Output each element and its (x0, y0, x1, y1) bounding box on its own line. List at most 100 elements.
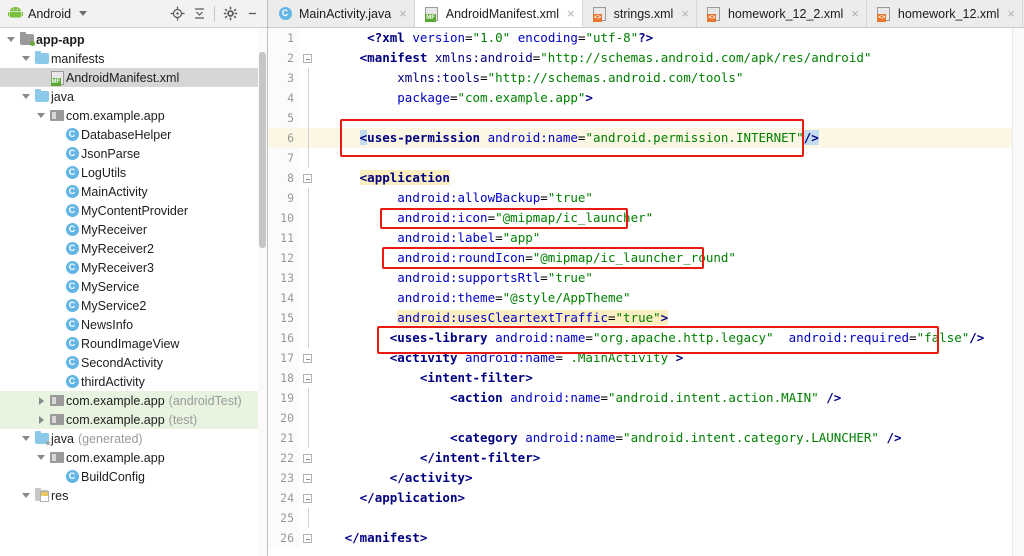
close-icon[interactable]: × (1007, 6, 1015, 21)
code-fold-toggle-icon[interactable] (300, 468, 316, 488)
code-line[interactable]: 21 <category android:name="android.inten… (268, 428, 1024, 448)
code-fold-guide (300, 308, 316, 328)
code-fold-toggle-icon[interactable] (300, 368, 316, 388)
tree-item-buildconfig[interactable]: BuildConfig (0, 467, 267, 486)
chevron-down-icon[interactable] (4, 30, 18, 49)
code-editor[interactable]: 1 <?xml version="1.0" encoding="utf-8"?>… (268, 28, 1024, 556)
project-view-selector[interactable]: Android (4, 3, 91, 25)
project-tree-scrollbar[interactable] (258, 28, 267, 556)
editor-tab-homework-12-xml[interactable]: homework_12.xml × (867, 0, 1023, 27)
collapse-all-icon[interactable] (188, 3, 210, 25)
code-line[interactable]: 23 </activity> (268, 468, 1024, 488)
code-line[interactable]: 16 <uses-library android:name="org.apach… (268, 328, 1024, 348)
code-line[interactable]: 5 (268, 108, 1024, 128)
code-fold-toggle-icon[interactable] (300, 448, 316, 468)
tree-item-myreceiver3[interactable]: MyReceiver3 (0, 258, 267, 277)
tree-item-logutils[interactable]: LogUtils (0, 163, 267, 182)
tree-item-java[interactable]: java (generated) (0, 429, 267, 448)
code-line[interactable]: 3 xmlns:tools="http://schemas.android.co… (268, 68, 1024, 88)
code-text: <manifest xmlns:android="http://schemas.… (359, 50, 872, 65)
minimize-icon[interactable] (241, 3, 263, 25)
tree-item-java[interactable]: java (0, 87, 267, 106)
code-line[interactable]: 9 android:allowBackup="true" (268, 188, 1024, 208)
project-tree[interactable]: app-app manifests AndroidManifest.xml java c… (0, 28, 267, 556)
tree-item-thirdactivity[interactable]: thirdActivity (0, 372, 267, 391)
editor-marker-strip[interactable] (1012, 28, 1024, 556)
tree-item-mycontentprovider[interactable]: MyContentProvider (0, 201, 267, 220)
project-tree-scrollbar-thumb[interactable] (259, 52, 266, 248)
code-fold-toggle-icon[interactable] (300, 488, 316, 508)
tree-item-jsonparse[interactable]: JsonParse (0, 144, 267, 163)
code-line[interactable]: 15 android:usesCleartextTraffic="true"> (268, 308, 1024, 328)
code-line[interactable]: 13 android:supportsRtl="true" (268, 268, 1024, 288)
close-icon[interactable]: × (851, 6, 859, 21)
locate-target-icon[interactable] (166, 3, 188, 25)
code-line[interactable]: 2 <manifest xmlns:android="http://schema… (268, 48, 1024, 68)
tree-item-androidmanifest-xml[interactable]: AndroidManifest.xml (0, 68, 267, 87)
code-line[interactable]: 1 <?xml version="1.0" encoding="utf-8"?> (268, 28, 1024, 48)
close-icon[interactable]: × (399, 6, 407, 21)
chevron-down-icon[interactable] (19, 87, 33, 106)
code-line[interactable]: 4 package="com.example.app"> (268, 88, 1024, 108)
close-icon[interactable]: × (681, 6, 689, 21)
tree-item-label: NewsInfo (81, 317, 134, 332)
chevron-right-icon[interactable] (34, 391, 48, 410)
chevron-down-icon[interactable] (19, 49, 33, 68)
code-fold-toggle-icon[interactable] (300, 168, 316, 188)
editor-area: MainActivity.java×AndroidManifest.xml×st… (268, 0, 1024, 556)
code-line[interactable]: 22 </intent-filter> (268, 448, 1024, 468)
code-line[interactable]: 14 android:theme="@style/AppTheme" (268, 288, 1024, 308)
code-fold-toggle-icon[interactable] (300, 528, 316, 548)
tree-item-com-example-app[interactable]: com.example.app (0, 448, 267, 467)
tree-item-mainactivity[interactable]: MainActivity (0, 182, 267, 201)
chevron-down-icon[interactable] (19, 486, 33, 505)
code-text: package="com.example.app"> (397, 90, 593, 105)
tree-item-com-example-app[interactable]: com.example.app (test) (0, 410, 267, 429)
code-line[interactable]: 11 android:label="app" (268, 228, 1024, 248)
java-generated-icon (33, 429, 51, 448)
code-line[interactable]: 26 </manifest> (268, 528, 1024, 548)
code-text: android:supportsRtl="true" (397, 270, 593, 285)
tree-item-manifests[interactable]: manifests (0, 49, 267, 68)
editor-tab-homework-12-2-xml[interactable]: homework_12_2.xml × (697, 0, 867, 27)
code-line[interactable]: 8 <application (268, 168, 1024, 188)
gear-icon[interactable] (219, 3, 241, 25)
tree-item-roundimageview[interactable]: RoundImageView (0, 334, 267, 353)
tree-item-com-example-app[interactable]: com.example.app (androidTest) (0, 391, 267, 410)
code-line[interactable]: 7 (268, 148, 1024, 168)
chevron-down-icon[interactable] (34, 448, 48, 467)
chevron-right-icon[interactable] (34, 410, 48, 429)
code-line[interactable]: 24 </application> (268, 488, 1024, 508)
code-line[interactable]: 12 android:roundIcon="@mipmap/ic_launche… (268, 248, 1024, 268)
tree-item-myreceiver2[interactable]: MyReceiver2 (0, 239, 267, 258)
tree-item-myreceiver[interactable]: MyReceiver (0, 220, 267, 239)
editor-tab-mainactivity-java[interactable]: MainActivity.java × (268, 0, 415, 27)
code-fold-toggle-icon[interactable] (300, 48, 316, 68)
tree-item-secondactivity[interactable]: SecondActivity (0, 353, 267, 372)
close-icon[interactable]: × (567, 6, 575, 21)
editor-tab-strings-xml[interactable]: strings.xml × (583, 0, 697, 27)
code-line[interactable]: 19 <action android:name="android.intent.… (268, 388, 1024, 408)
code-line[interactable]: 18 <intent-filter> (268, 368, 1024, 388)
tree-item-res[interactable]: res (0, 486, 267, 505)
editor-tab-bar: MainActivity.java×AndroidManifest.xml×st… (268, 0, 1024, 28)
code-line[interactable]: 17 <activity android:name= .MainActivity… (268, 348, 1024, 368)
tree-item-com-example-app[interactable]: com.example.app (0, 106, 267, 125)
xml-file-icon (705, 4, 723, 23)
tree-item-myservice2[interactable]: MyService2 (0, 296, 267, 315)
code-line[interactable]: 10 android:icon="@mipmap/ic_launcher" (268, 208, 1024, 228)
chevron-down-icon[interactable] (19, 429, 33, 448)
tree-item-myservice[interactable]: MyService (0, 277, 267, 296)
tree-item-databasehelper[interactable]: DatabaseHelper (0, 125, 267, 144)
code-fold-toggle-icon[interactable] (300, 348, 316, 368)
chevron-down-icon[interactable] (34, 106, 48, 125)
code-line[interactable]: 20 (268, 408, 1024, 428)
code-line[interactable]: 6 <uses-permission android:name="android… (268, 128, 1024, 148)
tree-item-newsinfo[interactable]: NewsInfo (0, 315, 267, 334)
editor-tab-androidmanifest-xml[interactable]: AndroidManifest.xml × (414, 0, 583, 27)
code-line[interactable]: 25 (268, 508, 1024, 528)
tree-item-app-app[interactable]: app-app (0, 30, 267, 49)
tree-item-label: MyReceiver3 (81, 260, 154, 275)
